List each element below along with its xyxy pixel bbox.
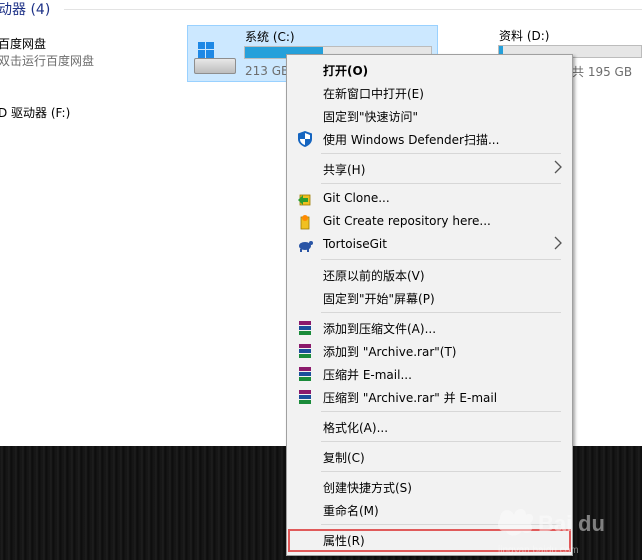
menu-item-compress-email[interactable]: 压缩并 E-mail... bbox=[287, 362, 572, 385]
drive-d-label[interactable]: 资料 (D:) bbox=[499, 27, 549, 44]
menu-item-compress-rar-email[interactable]: 压缩到 "Archive.rar" 并 E-mail bbox=[287, 385, 572, 408]
menu-separator bbox=[321, 411, 561, 412]
drive-d-capacity: 共 195 GB bbox=[572, 65, 633, 79]
winrar-icon bbox=[299, 344, 311, 358]
git-clone-icon bbox=[298, 194, 311, 206]
winrar-icon bbox=[299, 390, 311, 404]
menu-item-pin-start[interactable]: 固定到"开始"屏幕(P) bbox=[287, 286, 572, 309]
menu-item-label: 压缩并 E-mail... bbox=[323, 368, 412, 382]
menu-item-label: 还原以前的版本(V) bbox=[323, 269, 425, 283]
menu-item-label: Git Clone... bbox=[323, 191, 390, 205]
menu-item-label: 创建快捷方式(S) bbox=[323, 481, 412, 495]
menu-separator bbox=[321, 441, 561, 442]
hard-drive-icon bbox=[194, 58, 236, 74]
menu-item-label: TortoiseGit bbox=[323, 237, 387, 251]
menu-item-label: 使用 Windows Defender扫描... bbox=[323, 133, 500, 147]
menu-item-label: 格式化(A)... bbox=[323, 421, 389, 435]
menu-item-label: 共享(H) bbox=[323, 163, 366, 177]
menu-item-add-to-archive-rar[interactable]: 添加到 "Archive.rar"(T) bbox=[287, 339, 572, 362]
menu-item-label: 在新窗口中打开(E) bbox=[323, 87, 424, 101]
menu-item-copy[interactable]: 复制(C) bbox=[287, 445, 572, 468]
menu-item-label: 压缩到 "Archive.rar" 并 E-mail bbox=[323, 391, 498, 405]
context-menu: 打开(O) 在新窗口中打开(E) 固定到"快速访问" 使用 Windows De… bbox=[286, 54, 573, 556]
svg-text:jingyan.baidu.com: jingyan.baidu.com bbox=[497, 545, 579, 556]
menu-item-tortoisegit[interactable]: TortoiseGit bbox=[287, 233, 572, 256]
dvd-drive-label: D 驱动器 (F:) bbox=[0, 106, 71, 120]
menu-item-label: 属性(R) bbox=[323, 534, 365, 548]
menu-item-share[interactable]: 共享(H) bbox=[287, 157, 572, 180]
menu-item-defender-scan[interactable]: 使用 Windows Defender扫描... bbox=[287, 127, 572, 150]
menu-separator bbox=[321, 259, 561, 260]
menu-item-open-new-window[interactable]: 在新窗口中打开(E) bbox=[287, 81, 572, 104]
baidu-netdisk-name: 百度网盘 bbox=[0, 37, 47, 51]
menu-item-label: 重命名(M) bbox=[323, 504, 379, 518]
defender-shield-icon bbox=[298, 131, 312, 147]
devices-section-title: 动器 (4) bbox=[0, 2, 51, 18]
windows-logo-icon bbox=[198, 42, 214, 58]
menu-separator bbox=[321, 312, 561, 313]
menu-item-create-shortcut[interactable]: 创建快捷方式(S) bbox=[287, 475, 572, 498]
menu-item-label: Git Create repository here... bbox=[323, 214, 491, 228]
menu-item-label: 添加到压缩文件(A)... bbox=[323, 322, 437, 336]
drive-c-label: 系统 (C:) bbox=[245, 30, 295, 44]
baidu-netdisk-item[interactable]: 百度网盘 双击运行百度网盘 bbox=[0, 36, 94, 70]
menu-item-pin-quick-access[interactable]: 固定到"快速访问" bbox=[287, 104, 572, 127]
winrar-icon bbox=[299, 367, 311, 381]
menu-item-label: 打开(O) bbox=[323, 64, 369, 78]
tortoisegit-icon bbox=[299, 241, 313, 252]
menu-separator bbox=[321, 153, 561, 154]
menu-item-git-create-repo[interactable]: Git Create repository here... bbox=[287, 210, 572, 233]
menu-item-restore-previous[interactable]: 还原以前的版本(V) bbox=[287, 263, 572, 286]
svg-text:Bai: Bai bbox=[538, 511, 572, 536]
baidu-netdisk-subtitle: 双击运行百度网盘 bbox=[0, 54, 95, 68]
baidu-watermark-logo: Bai du jingyan.baidu.com bbox=[497, 509, 605, 556]
menu-separator bbox=[321, 183, 561, 184]
git-create-repo-icon bbox=[300, 215, 310, 230]
winrar-icon bbox=[299, 321, 311, 335]
svg-text:du: du bbox=[578, 511, 605, 536]
section-divider bbox=[64, 9, 642, 10]
dvd-drive-item[interactable]: D 驱动器 (F:) bbox=[0, 104, 70, 121]
drive-c-capacity: 213 GB bbox=[245, 64, 290, 78]
menu-separator bbox=[321, 471, 561, 472]
menu-item-label: 固定到"快速访问" bbox=[323, 110, 419, 124]
menu-item-label: 固定到"开始"屏幕(P) bbox=[323, 292, 435, 306]
chevron-right-icon bbox=[554, 236, 562, 250]
menu-item-git-clone[interactable]: Git Clone... bbox=[287, 187, 572, 210]
menu-item-label: 复制(C) bbox=[323, 451, 365, 465]
chevron-right-icon bbox=[554, 160, 562, 174]
menu-item-format[interactable]: 格式化(A)... bbox=[287, 415, 572, 438]
menu-item-label: 添加到 "Archive.rar"(T) bbox=[323, 345, 457, 359]
menu-item-add-to-archive[interactable]: 添加到压缩文件(A)... bbox=[287, 316, 572, 339]
menu-item-open[interactable]: 打开(O) bbox=[287, 58, 572, 81]
